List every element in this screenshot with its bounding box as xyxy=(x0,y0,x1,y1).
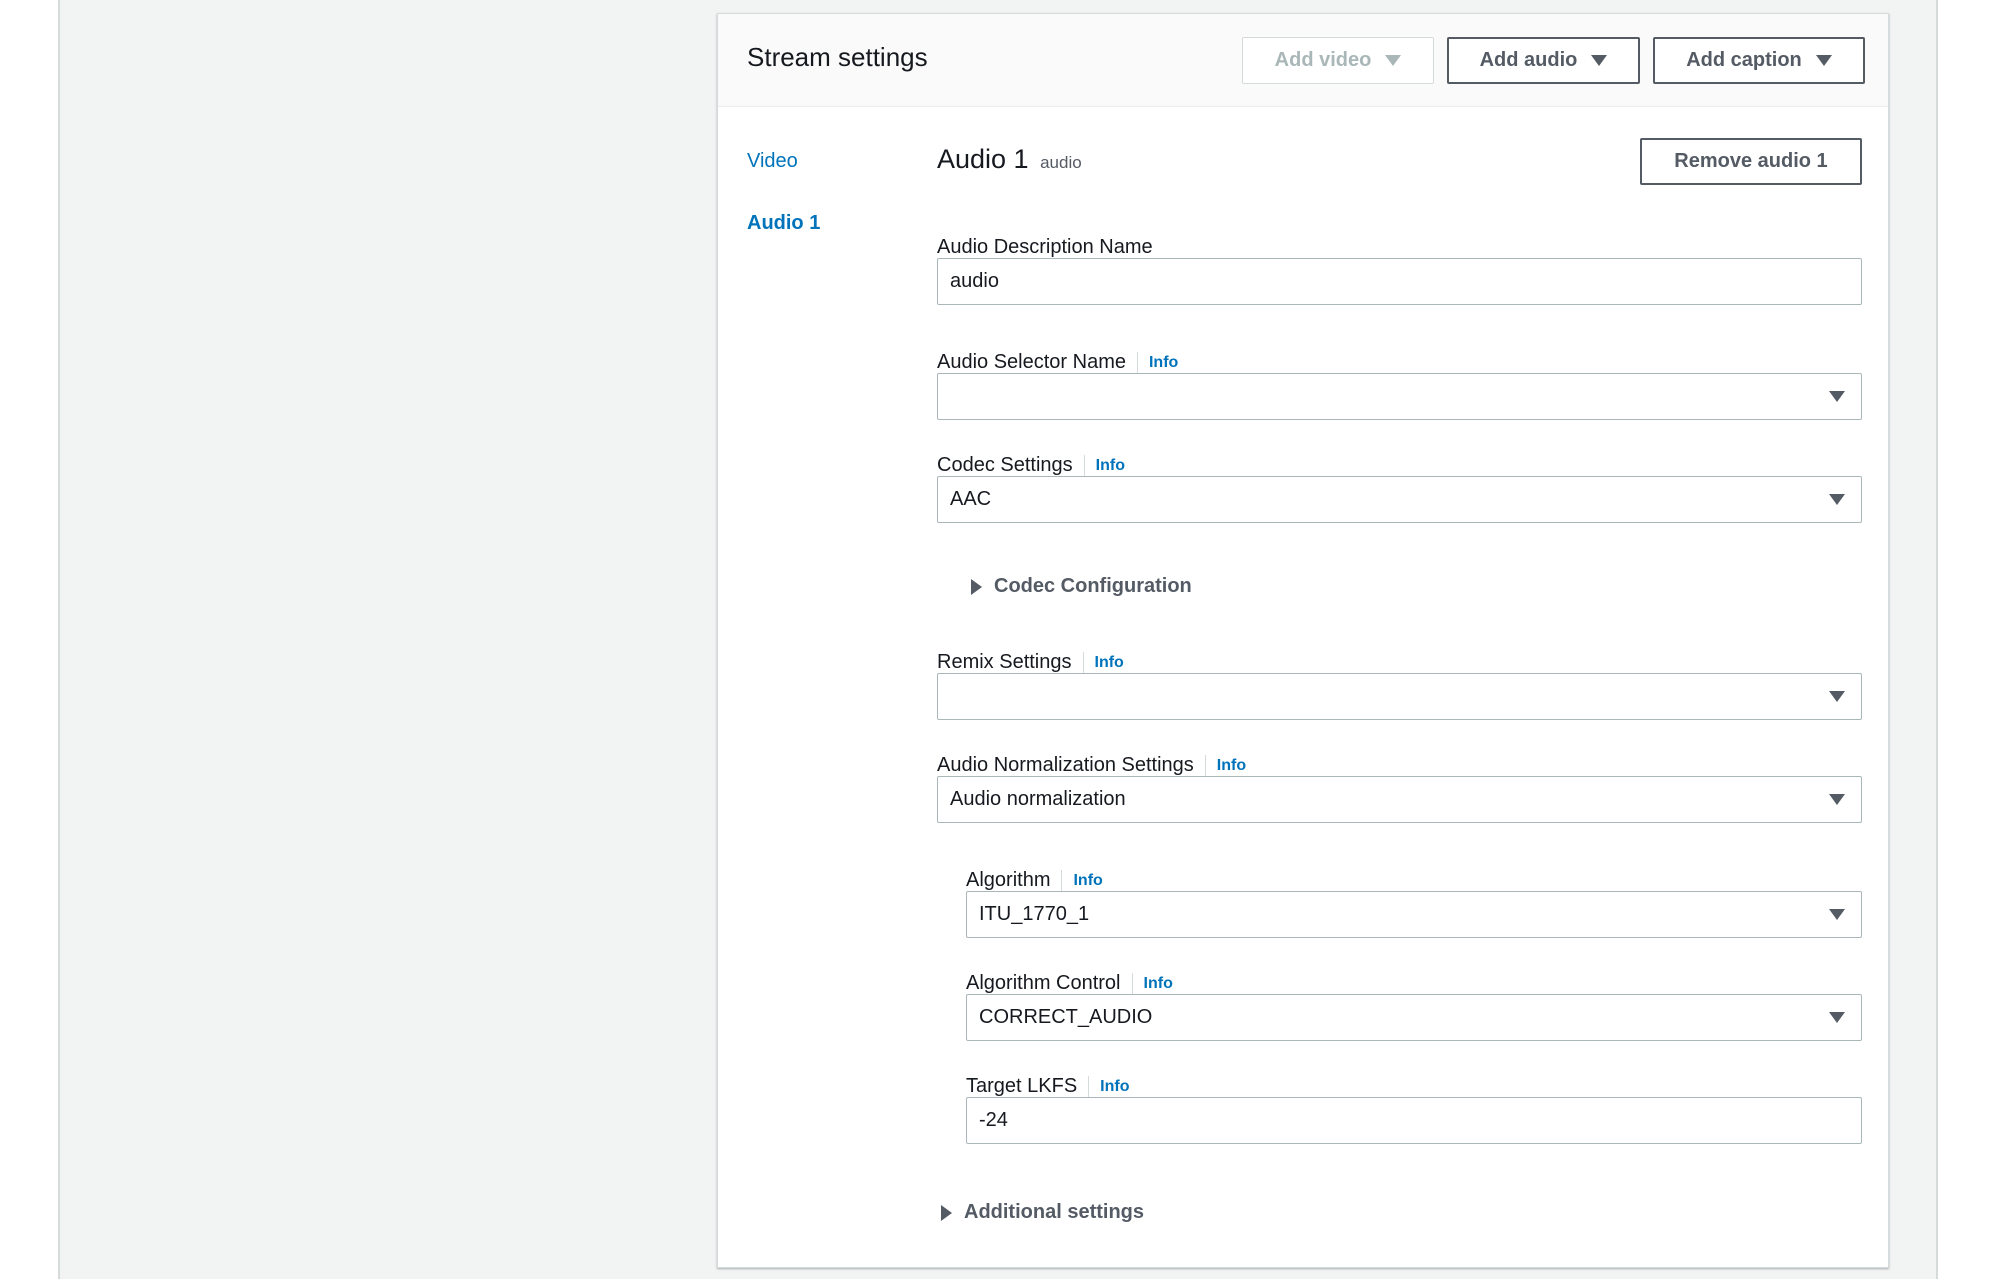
normalization-settings-select[interactable]: Audio normalization xyxy=(937,776,1862,823)
selector-name-info-link[interactable]: Info xyxy=(1136,351,1178,374)
panel-header: Stream settings Add video Add audio Add … xyxy=(718,14,1888,107)
normalization-settings-value: Audio normalization xyxy=(950,788,1126,810)
additional-settings-expander[interactable]: Additional settings xyxy=(941,1201,1144,1224)
remix-settings-info-link[interactable]: Info xyxy=(1082,651,1124,674)
selector-name-select[interactable] xyxy=(937,373,1862,420)
caret-right-icon xyxy=(971,578,982,595)
description-name-label-text: Audio Description Name xyxy=(937,236,1153,258)
algorithm-info-link[interactable]: Info xyxy=(1061,869,1103,892)
target-lkfs-label: Target LKFS Info xyxy=(966,1075,1130,1098)
caret-down-icon xyxy=(1829,1012,1845,1023)
codec-settings-select[interactable]: AAC xyxy=(937,476,1862,523)
codec-settings-label: Codec Settings Info xyxy=(937,454,1125,477)
target-lkfs-value: -24 xyxy=(979,1109,1008,1131)
caret-right-icon xyxy=(941,1204,952,1221)
remix-settings-select[interactable] xyxy=(937,673,1862,720)
description-name-value: audio xyxy=(950,270,999,292)
caret-down-icon xyxy=(1829,909,1845,920)
caret-down-icon xyxy=(1829,794,1845,805)
algorithm-label-text: Algorithm xyxy=(966,869,1051,891)
codec-settings-info-link[interactable]: Info xyxy=(1083,454,1125,477)
target-lkfs-input[interactable]: -24 xyxy=(966,1097,1862,1144)
caret-down-icon xyxy=(1829,691,1845,702)
algorithm-control-value: CORRECT_AUDIO xyxy=(979,1006,1153,1028)
algorithm-control-info-link[interactable]: Info xyxy=(1131,972,1173,995)
panel-title: Stream settings xyxy=(747,42,928,72)
caret-down-icon xyxy=(1829,494,1845,505)
selector-name-label-text: Audio Selector Name xyxy=(937,351,1126,373)
algorithm-select[interactable]: ITU_1770_1 xyxy=(966,891,1862,938)
caret-down-icon xyxy=(1385,55,1402,66)
additional-settings-label: Additional settings xyxy=(964,1201,1144,1223)
algorithm-control-label-text: Algorithm Control xyxy=(966,972,1121,994)
audio-subtitle: audio xyxy=(1040,153,1082,172)
remove-audio-button[interactable]: Remove audio 1 xyxy=(1640,138,1862,185)
normalization-settings-info-link[interactable]: Info xyxy=(1204,754,1246,777)
algorithm-control-label: Algorithm Control Info xyxy=(966,972,1173,995)
normalization-settings-label-text: Audio Normalization Settings xyxy=(937,754,1194,776)
algorithm-label: Algorithm Info xyxy=(966,869,1103,892)
add-audio-button[interactable]: Add audio xyxy=(1447,37,1640,84)
description-name-label: Audio Description Name xyxy=(937,236,1153,259)
normalization-settings-label: Audio Normalization Settings Info xyxy=(937,754,1246,777)
add-video-button[interactable]: Add video xyxy=(1242,37,1434,84)
add-caption-label: Add caption xyxy=(1686,49,1802,71)
audio-title: Audio 1 xyxy=(937,144,1029,174)
target-lkfs-label-text: Target LKFS xyxy=(966,1075,1078,1097)
sidebar-item-audio-1[interactable]: Audio 1 xyxy=(747,212,820,235)
remix-settings-label: Remix Settings Info xyxy=(937,651,1124,674)
caret-down-icon xyxy=(1591,55,1608,66)
stream-settings-panel: Stream settings Add video Add audio Add … xyxy=(717,13,1889,1268)
caret-down-icon xyxy=(1829,391,1845,402)
target-lkfs-info-link[interactable]: Info xyxy=(1088,1075,1130,1098)
codec-configuration-expander[interactable]: Codec Configuration xyxy=(971,575,1192,598)
algorithm-value: ITU_1770_1 xyxy=(979,903,1090,925)
sidebar-item-video[interactable]: Video xyxy=(747,150,798,173)
codec-configuration-label: Codec Configuration xyxy=(994,575,1192,597)
remix-settings-label-text: Remix Settings xyxy=(937,651,1072,673)
algorithm-control-select[interactable]: CORRECT_AUDIO xyxy=(966,994,1862,1041)
codec-settings-label-text: Codec Settings xyxy=(937,454,1073,476)
add-video-label: Add video xyxy=(1274,49,1372,71)
codec-settings-value: AAC xyxy=(950,488,992,510)
caret-down-icon xyxy=(1815,55,1832,66)
add-audio-label: Add audio xyxy=(1479,49,1578,71)
selector-name-label: Audio Selector Name Info xyxy=(937,351,1178,374)
audio-section-title: Audio 1 audio xyxy=(937,144,1082,175)
add-caption-button[interactable]: Add caption xyxy=(1653,37,1865,84)
description-name-input[interactable]: audio xyxy=(937,258,1862,305)
